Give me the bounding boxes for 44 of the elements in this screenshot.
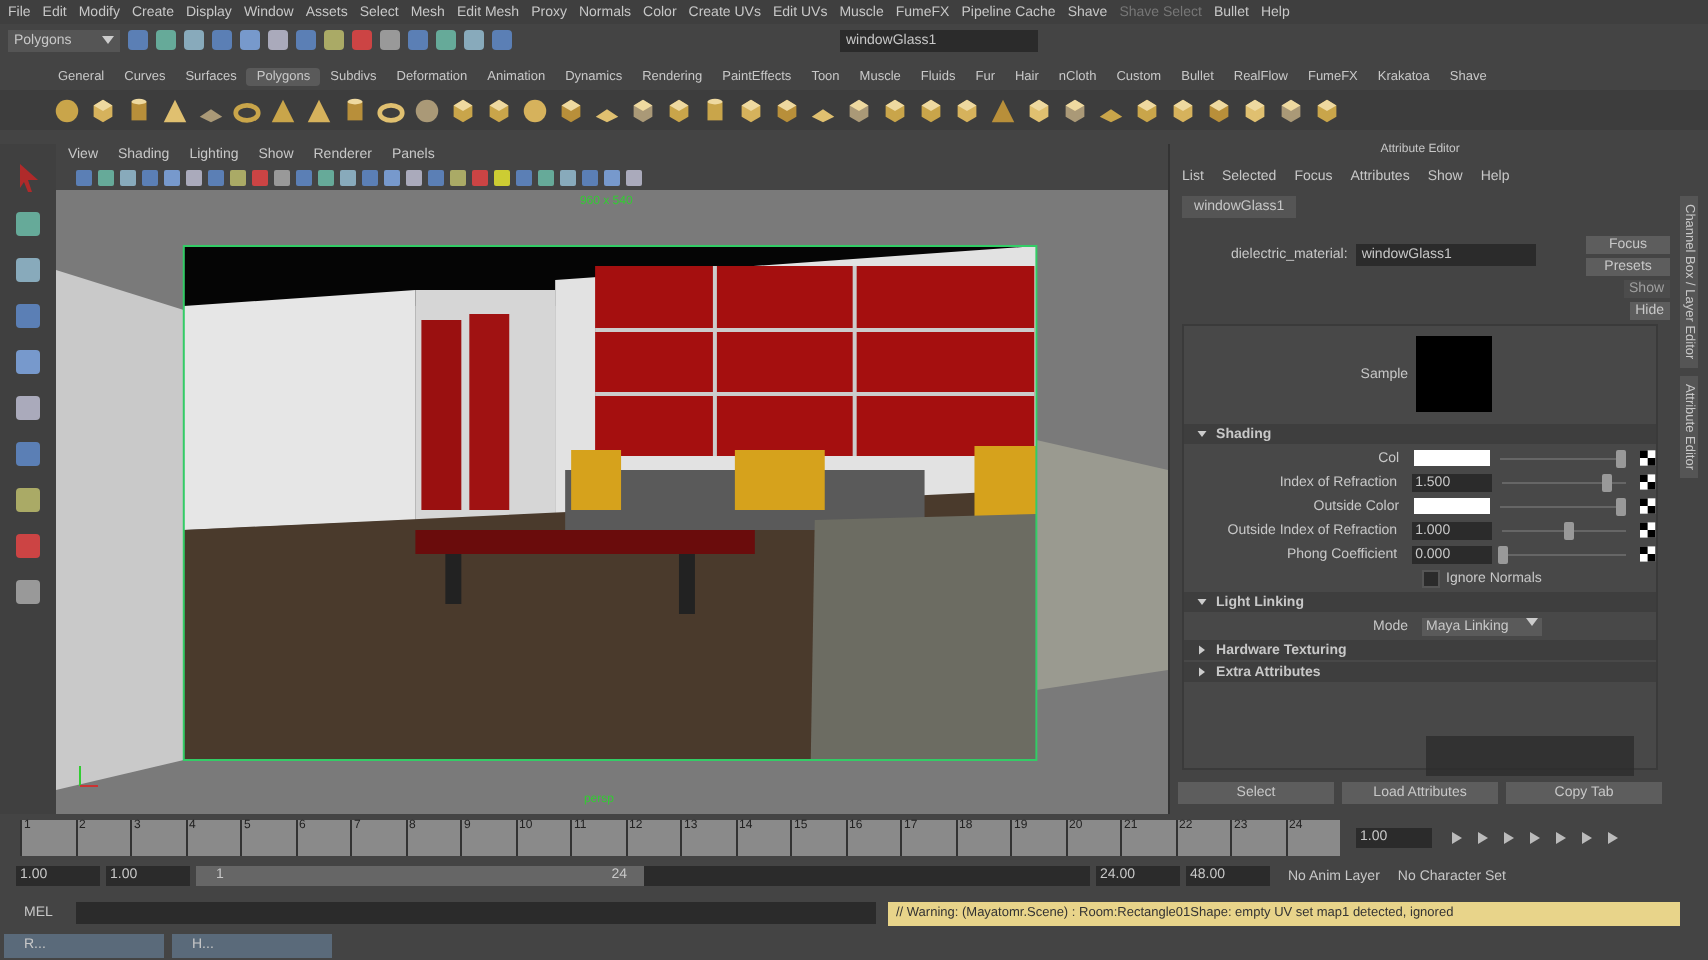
checker-map-icon[interactable] <box>1640 546 1657 562</box>
collapse-arrow-icon <box>1196 596 1209 608</box>
cube-icon[interactable] <box>1240 95 1270 125</box>
slider-thumb[interactable] <box>1616 497 1627 515</box>
axis-gizmo-icon <box>75 762 100 790</box>
cube-icon[interactable] <box>1132 95 1162 125</box>
cube-icon[interactable] <box>1060 95 1090 125</box>
material-sample-swatch <box>1416 336 1493 412</box>
checkbox[interactable] <box>1422 569 1441 587</box>
cone-icon[interactable] <box>988 95 1018 125</box>
cube-icon[interactable] <box>1276 95 1306 125</box>
checker-map-icon[interactable] <box>1640 450 1657 466</box>
slider-thumb[interactable] <box>1615 449 1626 467</box>
command-field[interactable] <box>76 902 876 924</box>
cube-icon[interactable] <box>88 95 118 125</box>
caret-icon <box>102 36 114 44</box>
checker-map-icon[interactable] <box>1640 522 1657 538</box>
cube-icon[interactable] <box>844 95 874 125</box>
slider-thumb[interactable] <box>1601 473 1612 491</box>
checker-map-icon[interactable] <box>1640 474 1657 490</box>
cube-icon[interactable] <box>1312 95 1342 125</box>
color-swatch[interactable] <box>1413 450 1490 466</box>
cube-icon[interactable] <box>556 95 586 125</box>
sphere-icon[interactable] <box>520 95 550 125</box>
cube-icon[interactable] <box>1168 95 1198 125</box>
collapse-arrow-icon <box>1196 428 1209 440</box>
cube-icon[interactable] <box>916 95 946 125</box>
cube-icon[interactable] <box>1024 95 1054 125</box>
checker-map-icon[interactable] <box>1640 498 1657 514</box>
cube-icon[interactable] <box>484 95 514 125</box>
cube-icon[interactable] <box>952 95 982 125</box>
cube-icon[interactable] <box>736 95 766 125</box>
cube-icon[interactable] <box>880 95 910 125</box>
cube-icon[interactable] <box>1204 95 1234 125</box>
color-swatch[interactable] <box>1413 498 1490 514</box>
cube-icon[interactable] <box>448 95 478 125</box>
cone-icon[interactable] <box>160 95 190 125</box>
slider-thumb[interactable] <box>1497 545 1508 563</box>
cube-icon[interactable] <box>628 95 658 125</box>
cube-icon[interactable] <box>664 95 694 125</box>
cube-icon[interactable] <box>772 95 802 125</box>
slider-thumb[interactable] <box>1564 521 1575 539</box>
sphere-icon[interactable] <box>52 95 82 125</box>
caret-icon <box>1526 617 1539 625</box>
